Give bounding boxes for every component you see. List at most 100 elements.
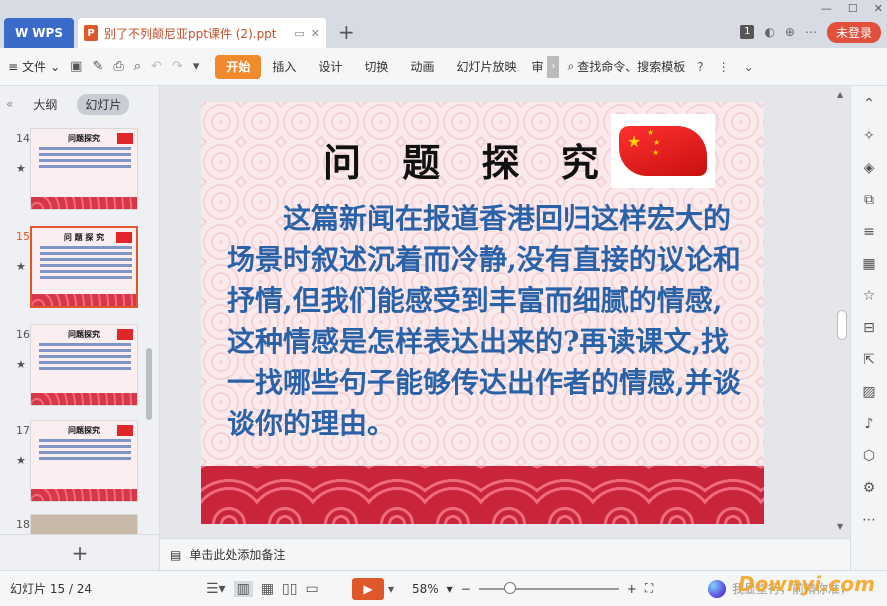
login-button[interactable]: 未登录 [826,21,881,43]
slide-counter: 幻灯片 15 / 24 [10,582,93,596]
document-tab[interactable]: P 别了不列颠尼亚ppt课件 (2).ppt ▭ ✕ [78,18,326,48]
sound-icon[interactable]: ♪ [865,416,874,432]
slide-thumbnail[interactable]: 问题探究 [30,128,138,210]
save-icon[interactable]: ▣ [70,59,82,74]
slide-thumbnail-selected[interactable]: 问 题 探 究 [30,226,138,308]
slide-number: 18 [16,518,30,531]
slide-canvas: 问 题 探 究 ★ ★ ★ ★ 这篇新闻在报道香港回归这样宏大的场景时叙述沉着而… [160,86,850,538]
print-preview-icon[interactable]: ⌕ [134,59,141,74]
star-icon: ★ [627,132,642,151]
star-icon[interactable]: ☆ [863,288,876,304]
command-search[interactable]: ⌕ 查找命令、搜索模板 [567,58,685,75]
page-count-badge[interactable]: 1 [740,25,755,39]
inbox-icon[interactable]: ⊟ [863,320,875,336]
add-slide-button[interactable]: + [0,534,160,570]
slide-title[interactable]: 问 题 探 究 [323,132,613,187]
slide-number: 15 [16,230,30,243]
notes-icon: ▤ [170,547,182,562]
more-options-icon[interactable]: ⋮ [718,60,730,74]
zoom-slider[interactable] [478,581,619,594]
notes-area[interactable]: ▤ 单击此处添加备注 [160,538,850,570]
tab-transition[interactable]: 切换 [353,55,399,79]
magic-icon[interactable]: ✧ [863,128,875,144]
collapse-ribbon-icon[interactable]: ⌄ [744,60,754,74]
tools-icon[interactable]: ⚙ [863,480,876,496]
slide-thumbnail[interactable] [30,514,138,534]
slide-thumbnail[interactable]: 问题探究 [30,324,138,406]
export-icon[interactable]: ⇱ [863,352,875,368]
close-tab-icon[interactable]: ✕ [311,27,320,40]
shield-icon[interactable]: ⬡ [863,448,875,464]
zoom-dropdown-icon[interactable]: ▾ [447,582,453,596]
tab-slideshow[interactable]: 幻灯片放映 [445,55,527,79]
help-icon[interactable]: ? [697,60,703,74]
fit-window-icon[interactable]: ⛶ [645,581,653,596]
current-slide[interactable]: 问 题 探 究 ★ ★ ★ ★ 这篇新闻在报道香港回归这样宏大的场景时叙述沉着而… [201,102,764,524]
notes-view-icon[interactable]: ▭ [305,581,318,597]
file-menu-label: 文件 [22,60,47,74]
tab-slides[interactable]: 幻灯片 [77,93,130,115]
tab-insert[interactable]: 插入 [261,55,307,79]
more-icon[interactable]: ▾ [193,59,200,74]
tab-outline[interactable]: 大纲 [25,94,65,115]
skin-icon[interactable]: ◐ [764,25,774,39]
format-painter-icon[interactable]: ✎ [92,59,103,74]
zoom-slider-knob[interactable] [503,581,516,594]
slide-thumbnail[interactable]: 问题探究 [30,420,138,502]
slide-number: 16 [16,328,30,341]
thumbnail-scrollbar[interactable] [146,348,152,420]
zoom-out-icon[interactable]: − [461,582,471,596]
pin-icon[interactable]: ⌃ [863,96,875,112]
align-menu-icon[interactable]: ☰▾ [206,581,226,597]
play-slideshow-button[interactable]: ▶ [352,577,384,600]
scrollbar-thumb[interactable] [837,310,847,340]
slides-panel: « 大纲 幻灯片 14 ★ 问题探究 15 ★ 问 题 探 究 16 ★ 问题探… [0,86,160,570]
animation-star-icon: ★ [16,162,26,175]
collapse-panel-icon[interactable]: « [6,97,13,111]
animation-star-icon: ★ [16,260,26,273]
redo-icon[interactable]: ↷ [172,59,183,74]
undo-icon[interactable]: ↶ [151,59,162,74]
slide-body-text[interactable]: 这篇新闻在报道香港回归这样宏大的场景时叙述沉着而冷静,没有直接的议论和抒情,但我… [227,198,747,444]
slide-thumbnail-row[interactable]: 18 [0,514,150,534]
wps-home-tab[interactable]: W WPS [4,18,74,48]
normal-view-icon[interactable]: ▥ [233,580,253,597]
china-flag-image[interactable]: ★ ★ ★ ★ [611,114,715,188]
wave-decoration [201,466,764,524]
tab-home[interactable]: 开始 [215,54,262,79]
layers-icon[interactable]: ⧉ [864,192,874,208]
slide-thumbnail-row[interactable]: 14 ★ 问题探究 [0,128,150,218]
slide-thumbnail-row[interactable]: 15 ★ 问 题 探 究 [0,226,150,316]
sorter-view-icon[interactable]: ▦ [261,581,274,597]
image-icon[interactable]: ▨ [862,384,875,400]
zoom-level[interactable]: 58% [412,582,439,596]
slide-thumbnail-row[interactable]: 16 ★ 问题探究 [0,324,150,414]
animation-star-icon: ★ [16,358,26,371]
tab-design[interactable]: 设计 [307,55,353,79]
more-icon[interactable]: ⋯ [862,512,876,528]
tab-animation[interactable]: 动画 [399,55,445,79]
scroll-down-icon[interactable]: ▼ [837,522,843,531]
file-menu[interactable]: ≡ 文件 ⌄ [8,58,60,75]
view-switcher: ☰▾ ▥ ▦ ▯▯ ▭ [206,580,319,597]
command-search-label: 查找命令、搜索模板 [577,60,686,74]
menu-icon[interactable]: ⋯ [805,25,817,39]
document-tab-title: 别了不列颠尼亚ppt课件 (2).ppt [104,26,277,41]
adjust-icon[interactable]: ≡ [863,224,875,240]
canvas-scrollbar[interactable]: ▲ ▼ [834,86,850,538]
tab-review[interactable]: 审 [527,55,547,79]
zoom-in-icon[interactable]: + [627,582,637,596]
monitor-icon[interactable]: ▭ [294,27,304,40]
new-tab-button[interactable]: + [338,20,355,44]
slide-thumbnail-row[interactable]: 17 ★ 问题探究 [0,420,150,510]
print-icon[interactable]: ⎙ [113,59,123,74]
gallery-icon[interactable]: ▦ [862,256,875,272]
reading-view-icon[interactable]: ▯▯ [282,581,297,597]
scroll-up-icon[interactable]: ▲ [837,90,843,99]
share-icon[interactable]: ⊕ [785,25,795,39]
shapes-icon[interactable]: ◈ [864,160,875,176]
play-options-icon[interactable]: ▾ [388,582,394,596]
animation-star-icon: ★ [16,454,26,467]
ppt-file-icon: P [84,25,98,41]
tab-scroll-right-icon[interactable]: › [547,55,560,78]
